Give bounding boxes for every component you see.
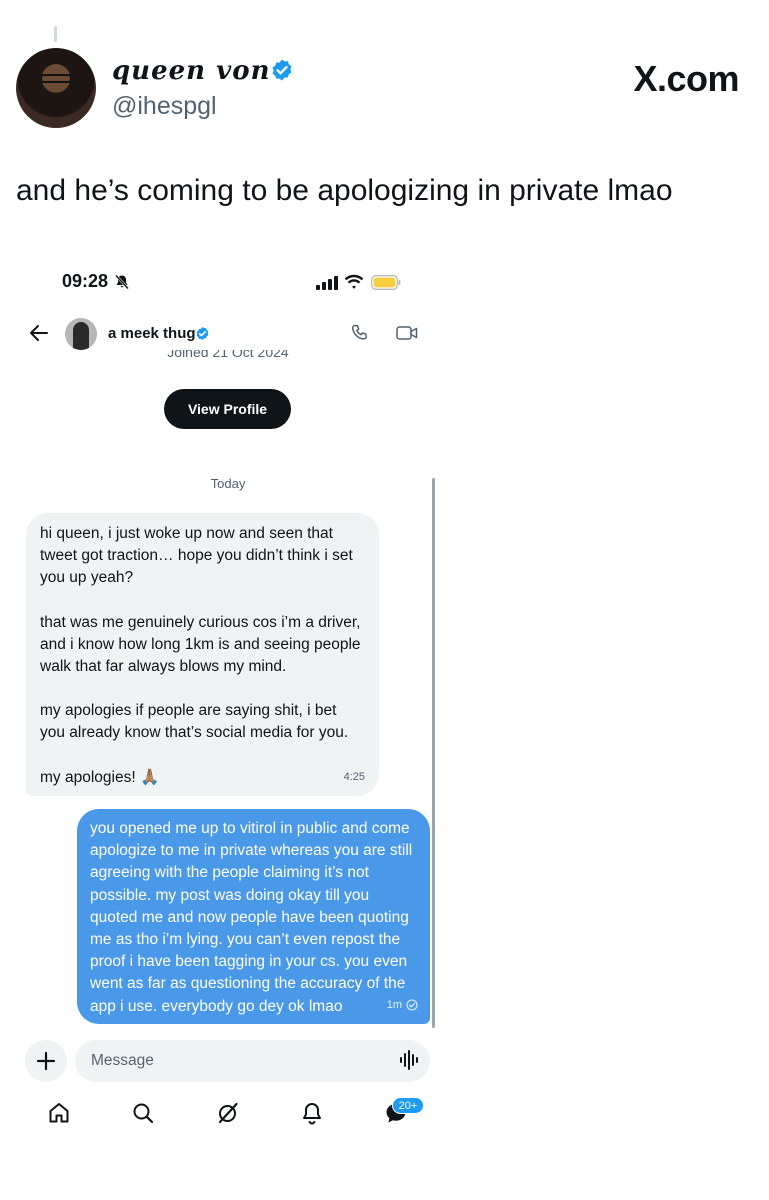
status-bar-time: 09:28 — [62, 271, 109, 291]
joined-date-text: Joined 21 Oct 2024 — [167, 350, 289, 360]
author-handle[interactable]: @ihespgl — [112, 92, 217, 121]
back-arrow-icon[interactable] — [28, 322, 50, 344]
search-icon[interactable] — [131, 1101, 155, 1125]
message-text: you opened me up to vitirol in public an… — [90, 820, 413, 1015]
plus-icon — [36, 1051, 56, 1071]
video-call-icon[interactable] — [396, 324, 418, 342]
battery-icon — [371, 275, 401, 290]
phone-call-icon[interactable] — [350, 323, 370, 343]
add-attachment-button[interactable] — [25, 1040, 67, 1082]
incoming-message-bubble[interactable]: hi queen, i just woke up now and seen th… — [26, 513, 379, 796]
messages-badge: 20+ — [392, 1097, 424, 1114]
tweet-text: and he’s coming to be apologizing in pri… — [16, 174, 673, 207]
view-profile-button[interactable]: View Profile — [164, 389, 291, 429]
thread-line — [54, 26, 57, 42]
notifications-icon[interactable] — [300, 1101, 324, 1125]
message-meta: 1m — [387, 994, 418, 1016]
message-paragraph: my apologies! 🙏🏽 — [40, 768, 160, 786]
author-avatar[interactable] — [16, 48, 96, 128]
message-paragraph: my apologies if people are saying shit, … — [40, 702, 349, 742]
x-logo: X.com — [633, 58, 739, 99]
date-separator: Today — [210, 476, 246, 491]
signal-icon — [316, 276, 338, 290]
scrollbar[interactable] — [432, 478, 435, 1028]
bell-slash-icon — [115, 274, 129, 290]
sent-check-icon — [406, 999, 418, 1011]
message-timestamp: 1m — [386, 998, 402, 1011]
contact-name[interactable]: a meek thug — [108, 325, 196, 342]
verified-badge-icon — [272, 59, 292, 81]
message-timestamp: 4:25 — [343, 770, 365, 783]
message-paragraph: that was me genuinely curious cos i’m a … — [40, 613, 361, 676]
voice-message-icon[interactable] — [399, 1049, 419, 1071]
joined-date: Joined 21 Oct 2024 — [0, 350, 456, 362]
grok-icon[interactable] — [216, 1101, 240, 1125]
author-display-name[interactable]: queen von — [112, 56, 270, 86]
home-icon[interactable] — [47, 1101, 71, 1125]
contact-avatar[interactable] — [65, 318, 97, 350]
wifi-icon — [344, 274, 364, 289]
message-paragraph: hi queen, i just woke up now and seen th… — [40, 525, 353, 587]
outgoing-message-bubble[interactable]: you opened me up to vitirol in public an… — [77, 809, 430, 1024]
contact-verified-icon — [196, 326, 209, 341]
message-input[interactable] — [75, 1040, 430, 1082]
